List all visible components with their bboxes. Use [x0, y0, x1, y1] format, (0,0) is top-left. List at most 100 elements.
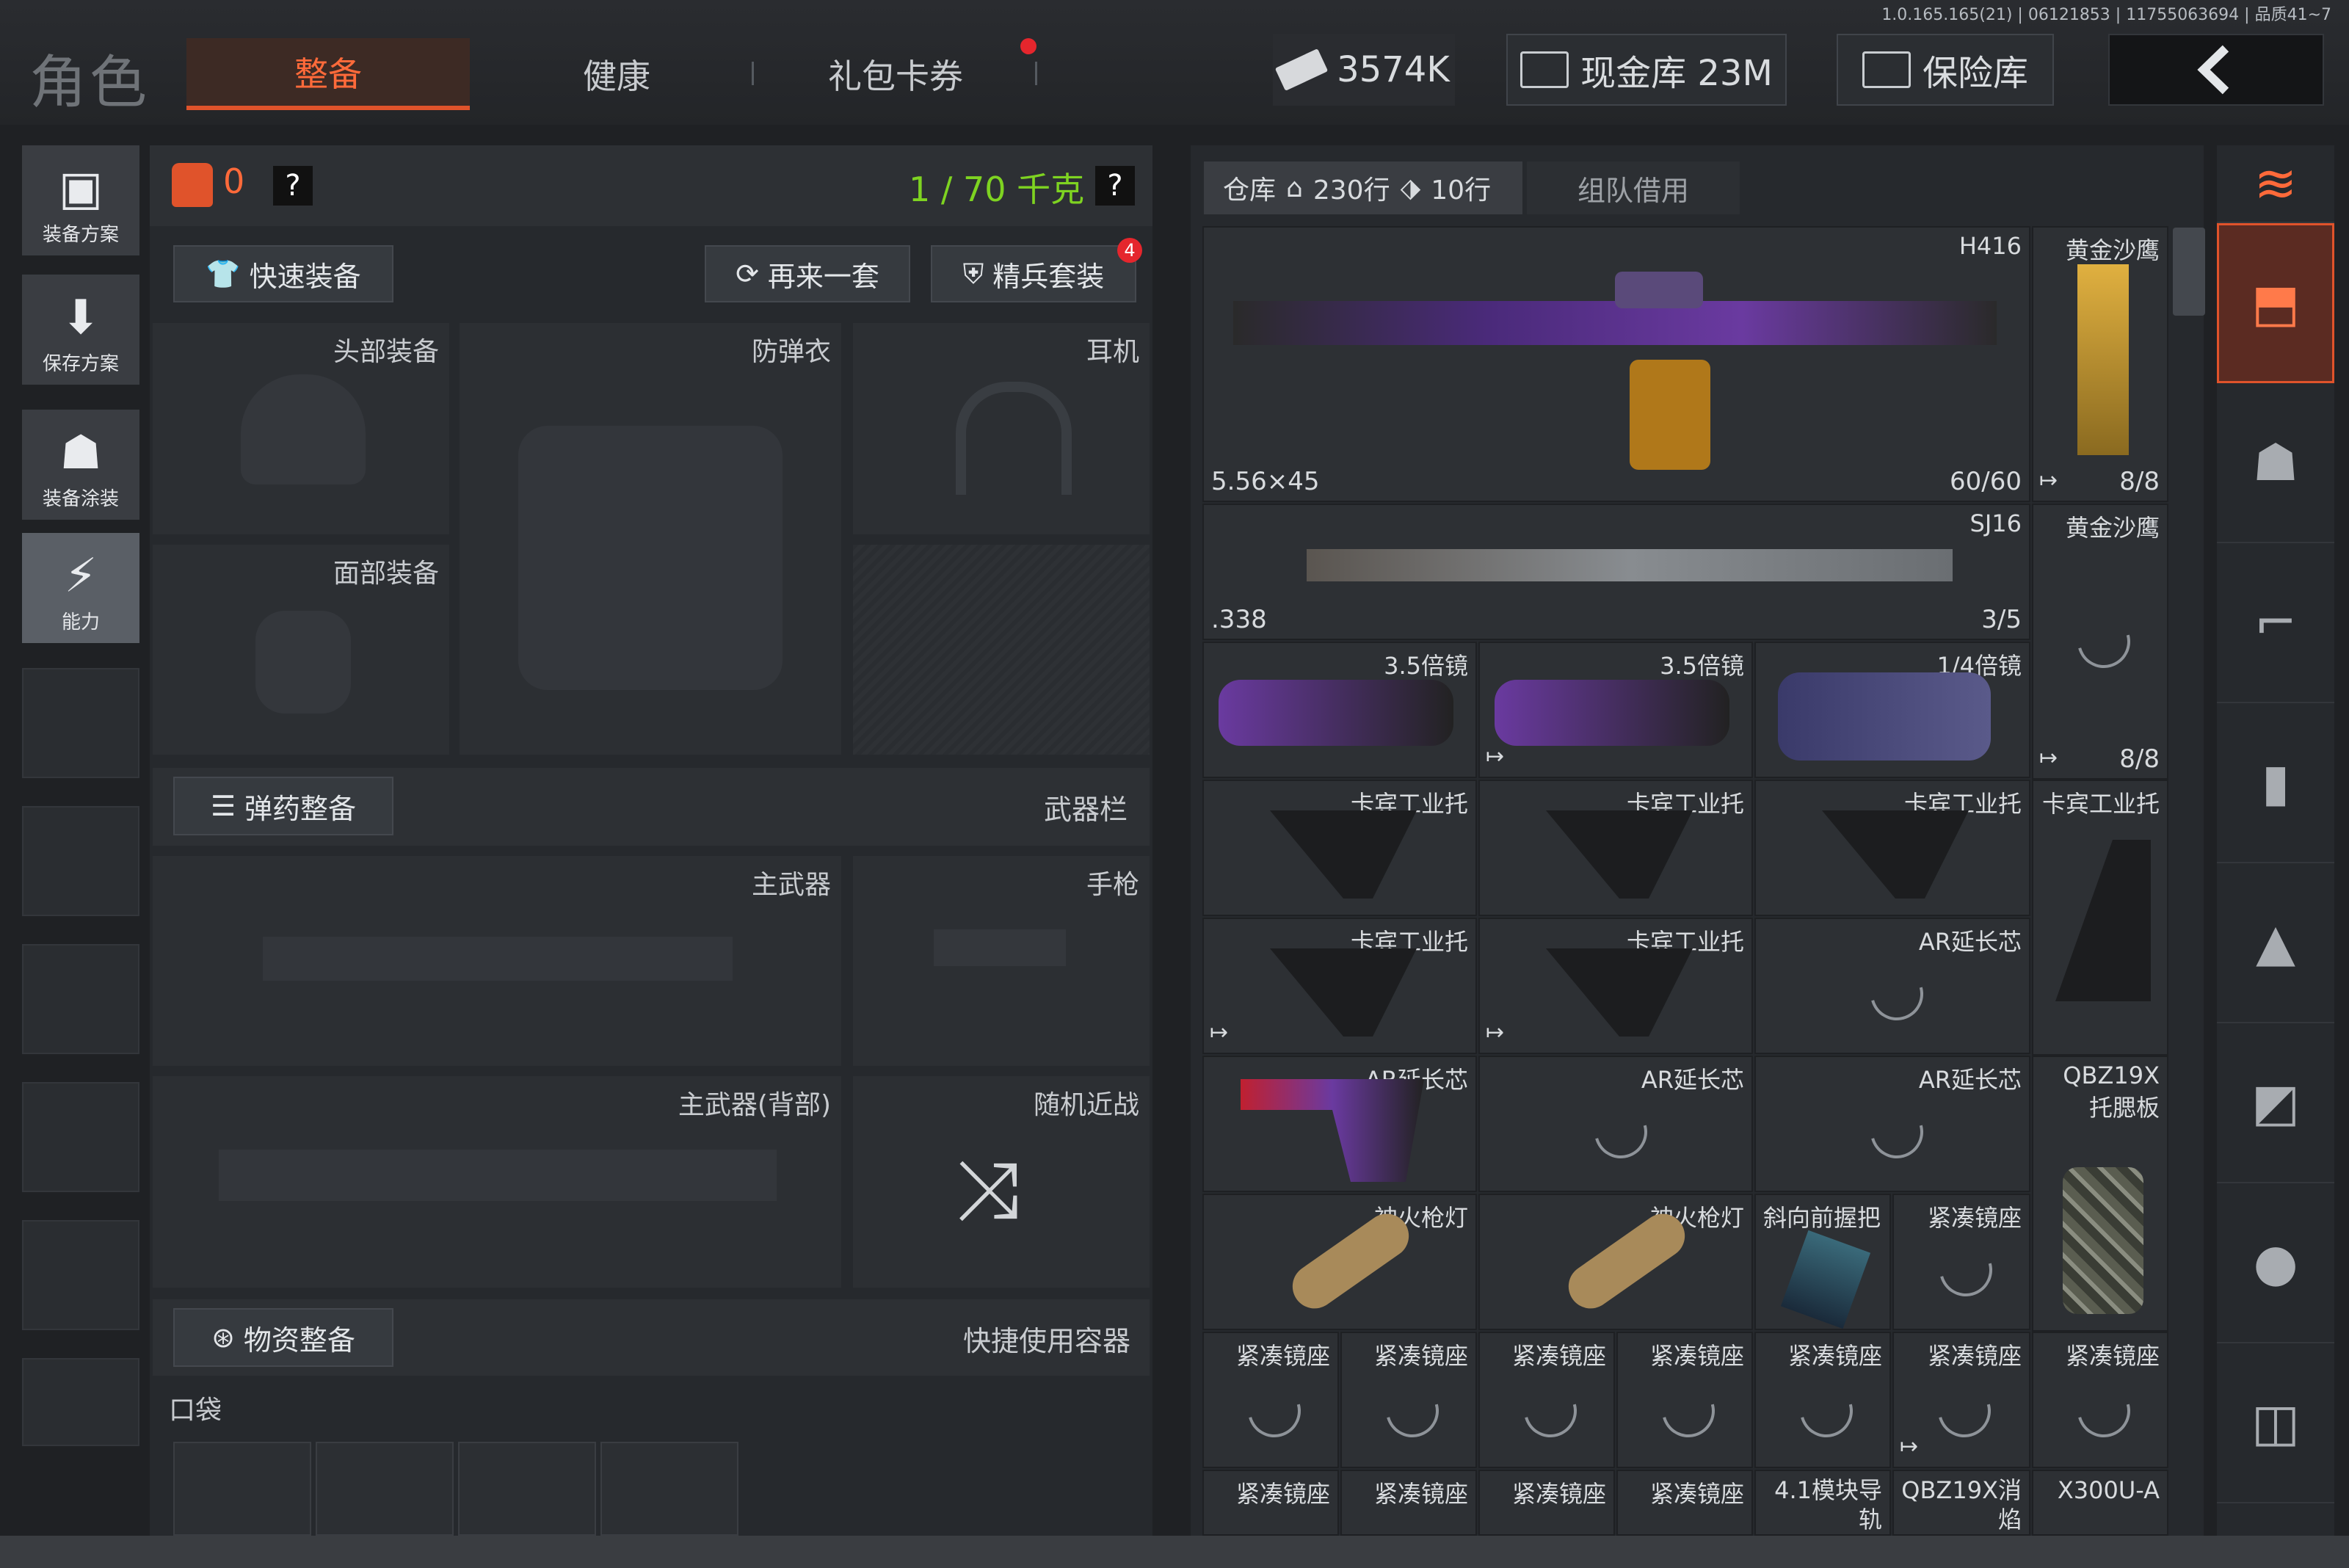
golden-pistol-image [2077, 264, 2129, 455]
inventory-item[interactable]: 3.5倍镜 [1202, 642, 1477, 778]
inventory-item[interactable]: 卡宾工业托 ↦ [1478, 918, 1753, 1054]
inventory-item[interactable]: 卡宾工业托 [2032, 780, 2168, 1056]
inventory-item[interactable]: 黄金沙鹰 ↦ 8/8 [2032, 504, 2168, 780]
quick-equip-button[interactable]: 👕 快速装备 [173, 245, 393, 302]
empty-menu-slot [22, 1082, 139, 1192]
head-slot[interactable]: 头部装备 [153, 323, 449, 534]
item-name: 3.5倍镜 [1660, 652, 1744, 680]
inventory-item[interactable]: 紧凑镜座 [1202, 1332, 1339, 1468]
pocket-slot[interactable] [600, 1442, 738, 1536]
inventory-item[interactable]: AR延长芯 [1754, 918, 2030, 1054]
save-plan-button[interactable]: ⬇ 保存方案 [22, 275, 139, 385]
category-magazine-icon[interactable]: ▮ [2217, 703, 2334, 863]
armor-slot-label: 防弹衣 [751, 337, 831, 367]
item-name: QBZ19X托腮板 [2063, 1061, 2160, 1122]
inventory-item[interactable]: 卡宾工业托 [1754, 780, 2030, 916]
safe-button[interactable]: 保险库 [1837, 34, 2054, 106]
primary-back-slot[interactable]: 主武器(背部) [153, 1076, 841, 1288]
inventory-item[interactable]: X300U-A [2032, 1470, 2168, 1536]
loading-spinner [1860, 957, 1934, 1031]
inventory-item[interactable]: QBZ19X托腮板 [2032, 1056, 2168, 1332]
back-button[interactable] [2108, 34, 2324, 106]
inventory-item[interactable]: 紧凑镜座 [1616, 1332, 1753, 1468]
melee-slot[interactable]: 随机近战 ⤨ [853, 1076, 1150, 1288]
inventory-item[interactable]: 黄金沙鹰 ↦ 8/8 [2032, 226, 2168, 502]
bottom-bar [0, 1536, 2349, 1568]
warehouse-tab[interactable]: 仓库 ⌂ 230行 ⬗ 10行 [1204, 161, 1522, 214]
category-all-icon[interactable]: ⬒ [2217, 223, 2334, 383]
inventory-item[interactable]: 紧凑镜座 ↦ [1892, 1332, 2030, 1468]
item-name: 紧凑镜座 [1235, 1480, 1330, 1508]
equipment-skin-button[interactable]: ☗ 装备涂装 [22, 410, 139, 520]
inventory-item[interactable]: 紧凑镜座 [1202, 1470, 1339, 1536]
inventory-item[interactable]: 紧凑镜座 [1478, 1332, 1615, 1468]
weight-help-icon[interactable]: ? [1095, 166, 1135, 206]
primary-weapon-label: 主武器 [751, 870, 831, 900]
inventory-item[interactable]: QBZ19X消焰 [1892, 1470, 2030, 1536]
sort-stack-icon[interactable]: ≋ [2217, 145, 2334, 223]
inventory-item[interactable]: 紧凑镜座 [1892, 1194, 2030, 1330]
category-grenade-icon[interactable]: ● [2217, 1183, 2334, 1343]
another-set-label: 再来一套 [767, 260, 879, 293]
cash-vault-button[interactable]: 现金库 23M [1506, 34, 1787, 106]
inventory-item[interactable]: AR延长芯 [1478, 1056, 1753, 1192]
supply-icon: ⊛ [211, 1321, 235, 1354]
shuffle-icon: ⤨ [956, 1142, 1020, 1236]
inventory-item[interactable]: 卡宾工业托 ↦ [1202, 918, 1477, 1054]
inventory-item[interactable]: SJ16 .338 3/5 [1202, 504, 2030, 640]
item-ammo: 3/5 [1981, 605, 2022, 634]
inventory-item[interactable]: 神火枪灯 [1478, 1194, 1753, 1330]
notification-dot [1020, 38, 1036, 54]
ability-button[interactable]: ⚡ 能力 [22, 533, 139, 643]
inventory-item[interactable]: 紧凑镜座 [1340, 1470, 1477, 1536]
pocket-slot[interactable] [458, 1442, 596, 1536]
inventory-item[interactable]: 神火枪灯 [1202, 1194, 1477, 1330]
tab-gift-vouchers[interactable]: 礼包卡券 [800, 38, 991, 110]
extract-icon: ↦ [1486, 1020, 1505, 1045]
loading-spinner [1860, 1095, 1934, 1169]
ammo-prep-button[interactable]: ☰ 弹药整备 [173, 777, 393, 835]
inventory-item[interactable]: H416 5.56×45 60/60 [1202, 226, 2030, 502]
inventory-item[interactable]: 3.5倍镜 ↦ [1478, 642, 1753, 778]
inventory-item[interactable]: AR延长芯 [1754, 1056, 2030, 1192]
category-rifle-icon[interactable]: ⌐ [2217, 543, 2334, 703]
team-borrow-tab[interactable]: 组队借用 [1527, 161, 1740, 214]
face-slot[interactable]: 面部装备 [153, 545, 449, 755]
inventory-item[interactable]: 卡宾工业托 [1202, 780, 1477, 916]
inventory-item[interactable]: 4.1模块导轨 [1754, 1470, 1891, 1536]
pistol-slot[interactable]: 手枪 [853, 856, 1150, 1066]
tab-health[interactable]: 健康 [543, 38, 690, 110]
empty-menu-slot [22, 1220, 139, 1330]
loadout-plan-button[interactable]: ▣ 装备方案 [22, 145, 139, 255]
primary-weapon-slot[interactable]: 主武器 [153, 856, 841, 1066]
inventory-item[interactable]: 紧凑镜座 [1340, 1332, 1477, 1468]
inventory-item[interactable]: 紧凑镜座 [1754, 1332, 1891, 1468]
category-helmet-icon[interactable]: ☗ [2217, 383, 2334, 543]
inventory-item[interactable]: 紧凑镜座 [2032, 1332, 2168, 1468]
tab-equip[interactable]: 整备 [186, 38, 470, 110]
armor-slot[interactable]: 防弹衣 [460, 323, 841, 755]
category-attachment-icon[interactable]: ◩ [2217, 1023, 2334, 1183]
headset-slot[interactable]: 耳机 [853, 323, 1150, 534]
inventory-item[interactable]: AR延长芯 [1202, 1056, 1477, 1192]
category-ammo-icon[interactable]: ▲ [2217, 863, 2334, 1023]
inventory-item[interactable]: 紧凑镜座 [1478, 1470, 1615, 1536]
help-icon[interactable]: ? [273, 166, 313, 206]
supply-prep-button[interactable]: ⊛ 物资整备 [173, 1308, 393, 1367]
another-set-button[interactable]: ⟳ 再来一套 [705, 245, 910, 302]
extract-icon: ↦ [1210, 1020, 1229, 1045]
item-name: AR延长芯 [1918, 1066, 2022, 1094]
download-icon: ⬇ [61, 291, 101, 345]
pocket-slot[interactable] [316, 1442, 454, 1536]
item-ammo: 8/8 [2119, 744, 2160, 774]
inventory-item[interactable]: 斜向前握把 [1754, 1194, 1891, 1330]
version-string: 1.0.165.165(21) | 06121853 | 11755063694… [1881, 6, 2331, 24]
inventory-item[interactable]: 卡宾工业托 [1478, 780, 1753, 916]
inventory-item[interactable]: 1/4倍镜 [1754, 642, 2030, 778]
item-name: SJ16 [1969, 509, 2022, 537]
warehouse-scrollbar[interactable] [2173, 228, 2205, 316]
inventory-item[interactable]: 紧凑镜座 [1616, 1470, 1753, 1536]
pocket-slot[interactable] [173, 1442, 311, 1536]
category-misc-icon[interactable]: ◫ [2217, 1343, 2334, 1503]
elite-set-button[interactable]: ⛨ 精兵套装 [931, 245, 1136, 302]
